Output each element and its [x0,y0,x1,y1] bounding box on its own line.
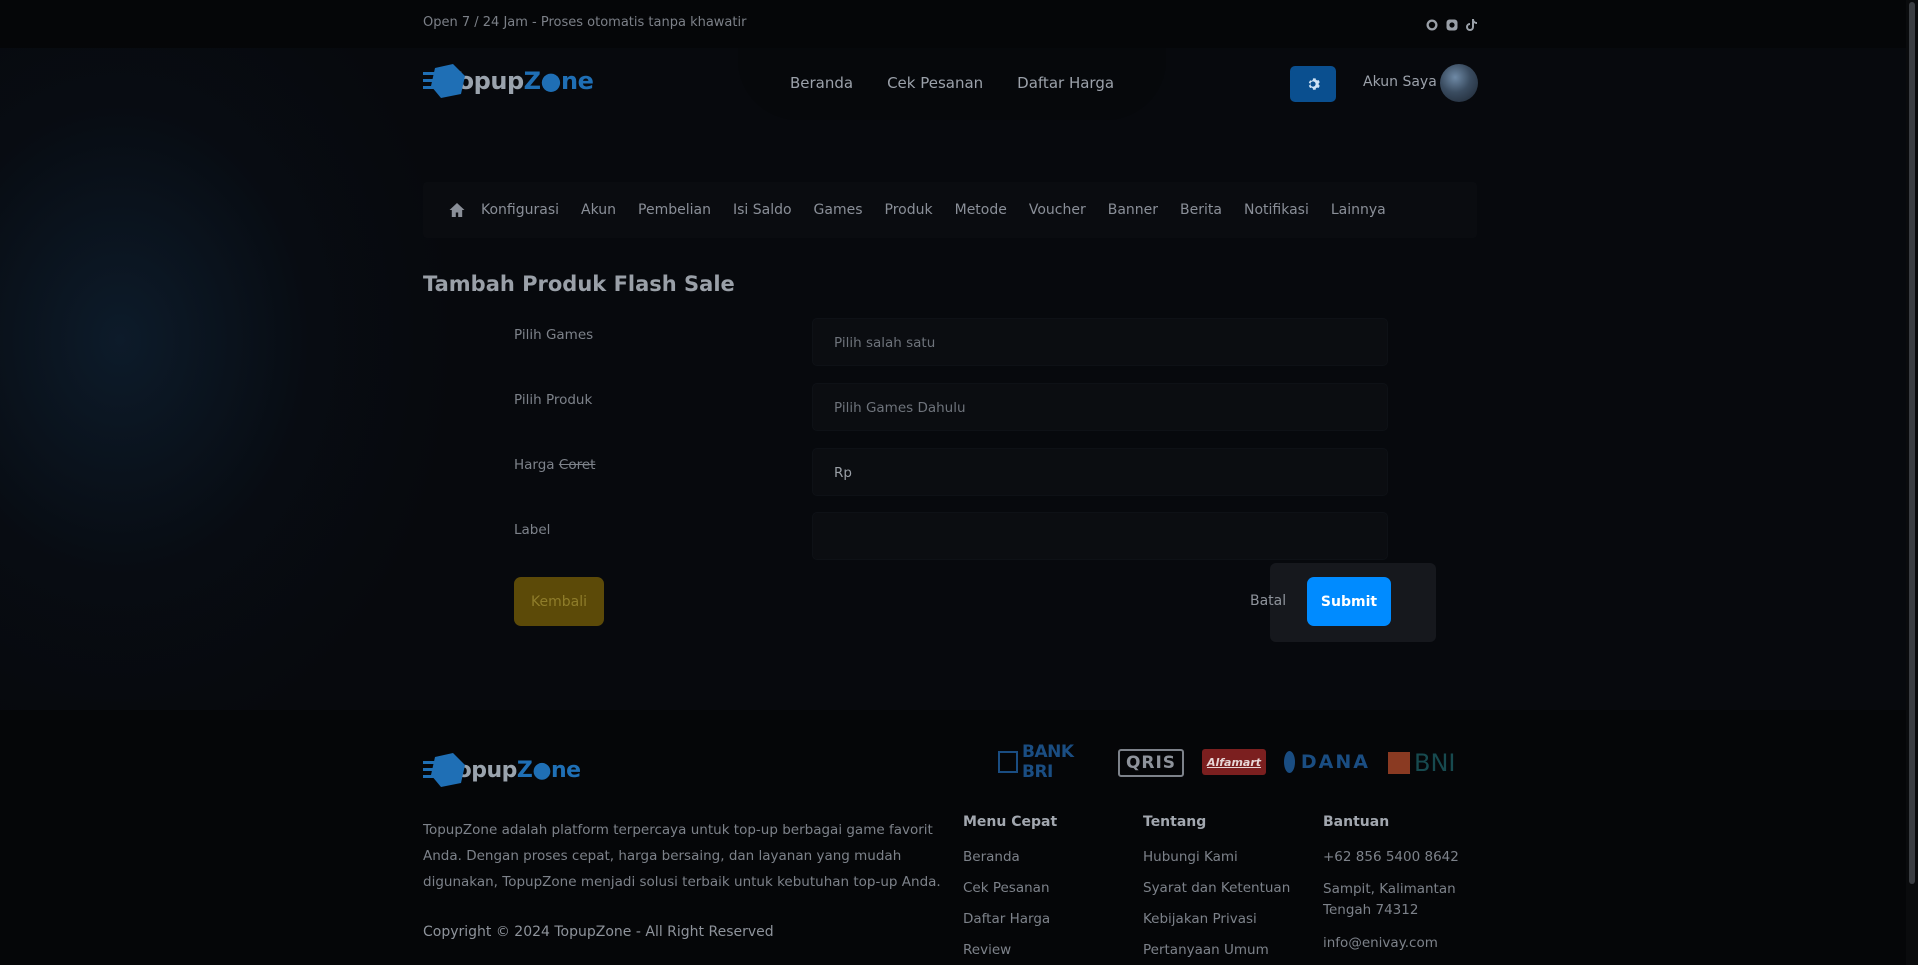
menu-konfigurasi[interactable]: Konfigurasi [481,202,559,218]
back-button[interactable]: Kembali [514,577,604,626]
menu-games[interactable]: Games [814,202,863,218]
games-select[interactable]: Pilih salah satu [812,318,1388,366]
payment-dana-logo: DANA [1284,749,1370,775]
footer-link-beranda[interactable]: Beranda [963,848,1057,866]
footer-logo[interactable]: TopupZ●ne [423,753,581,787]
logo-text: TopupZ●ne [445,67,594,95]
menu-berita[interactable]: Berita [1180,202,1222,218]
site-header: TopupZ●ne Beranda Cek Pesanan Daftar Har… [0,48,1918,120]
label-pilih-games: Pilih Games [514,327,594,343]
logo-icon [423,64,467,98]
footer-tentang: Tentang Hubungi Kami Syarat dan Ketentua… [1143,814,1290,965]
payment-bni-logo: BNI [1388,749,1472,777]
footer-link-privasi[interactable]: Kebijakan Privasi [1143,910,1290,928]
footer-bantuan: Bantuan +62 856 5400 8642 Sampit, Kalima… [1323,814,1473,965]
account-label[interactable]: Akun Saya [1363,74,1437,90]
page-scrollbar[interactable] [1906,0,1918,965]
site-footer: TopupZ●ne BANK BRI QRIS Alfamart DANA BN… [0,710,1918,965]
footer-heading: Menu Cepat [963,814,1058,830]
nav-beranda[interactable]: Beranda [790,74,853,92]
scrollbar-thumb[interactable] [1909,2,1915,884]
menu-banner[interactable]: Banner [1108,202,1158,218]
footer-phone[interactable]: +62 856 5400 8642 [1323,848,1473,866]
footer-link-hubungi-kami[interactable]: Hubungi Kami [1143,848,1290,866]
tiktok-icon[interactable] [1466,16,1478,31]
footer-heading: Tentang [1143,814,1207,830]
tagline: Open 7 / 24 Jam - Proses otomatis tanpa … [423,15,747,30]
page-title: Tambah Produk Flash Sale [423,272,735,296]
site-logo[interactable]: TopupZ●ne [423,64,594,98]
footer-link-daftar-harga[interactable]: Daftar Harga [963,910,1057,928]
footer-link-cek-pesanan[interactable]: Cek Pesanan [963,879,1057,897]
menu-pembelian[interactable]: Pembelian [638,202,711,218]
menu-voucher[interactable]: Voucher [1029,202,1086,218]
menu-produk[interactable]: Produk [885,202,933,218]
footer-description: TopupZone adalah platform terpercaya unt… [423,822,941,890]
payment-alfamart-logo: Alfamart [1202,749,1266,775]
submit-button[interactable]: Submit [1307,577,1391,626]
admin-menu: Konfigurasi Akun Pembelian Isi Saldo Gam… [423,182,1477,238]
label-input[interactable] [812,512,1388,560]
settings-button[interactable] [1290,66,1336,102]
menu-lainnya[interactable]: Lainnya [1331,202,1386,218]
menu-akun[interactable]: Akun [581,202,616,218]
cancel-button[interactable]: Batal [1250,593,1286,609]
nav-daftar-harga[interactable]: Daftar Harga [1017,74,1114,92]
logo-icon [423,753,467,787]
gear-icon [1308,78,1320,90]
label-pilih-produk: Pilih Produk [514,392,593,408]
footer-menu-cepat: Menu Cepat Beranda Cek Pesanan Daftar Ha… [963,814,1057,965]
payment-bri-logo: BANK BRI [998,742,1100,782]
whatsapp-icon[interactable] [1426,16,1438,31]
produk-select[interactable]: Pilih Games Dahulu [812,383,1388,431]
harga-coret-input[interactable]: Rp [812,448,1388,496]
payment-qris-logo: QRIS [1118,749,1184,777]
menu-isi-saldo[interactable]: Isi Saldo [733,202,792,218]
avatar[interactable] [1440,64,1478,102]
menu-notifikasi[interactable]: Notifikasi [1244,202,1309,218]
main-nav: Beranda Cek Pesanan Daftar Harga [738,48,1166,120]
instagram-icon[interactable] [1446,16,1458,31]
copyright: Copyright © 2024 TopupZone - All Right R… [423,924,774,940]
home-icon[interactable] [449,202,465,218]
nav-cek-pesanan[interactable]: Cek Pesanan [887,74,983,92]
footer-link-review[interactable]: Review [963,941,1057,959]
social-links [1426,16,1478,31]
footer-email[interactable]: info@enivay.com [1323,934,1473,952]
footer-link-faq[interactable]: Pertanyaan Umum [1143,941,1290,959]
label-harga-coret: Harga Coret [514,457,596,473]
footer-heading: Bantuan [1323,814,1390,830]
label-label: Label [514,522,551,538]
footer-link-syarat[interactable]: Syarat dan Ketentuan [1143,879,1290,897]
top-bar: Open 7 / 24 Jam - Proses otomatis tanpa … [0,0,1918,48]
footer-address: Sampit, Kalimantan Tengah 74312 [1323,881,1456,918]
menu-metode[interactable]: Metode [955,202,1007,218]
